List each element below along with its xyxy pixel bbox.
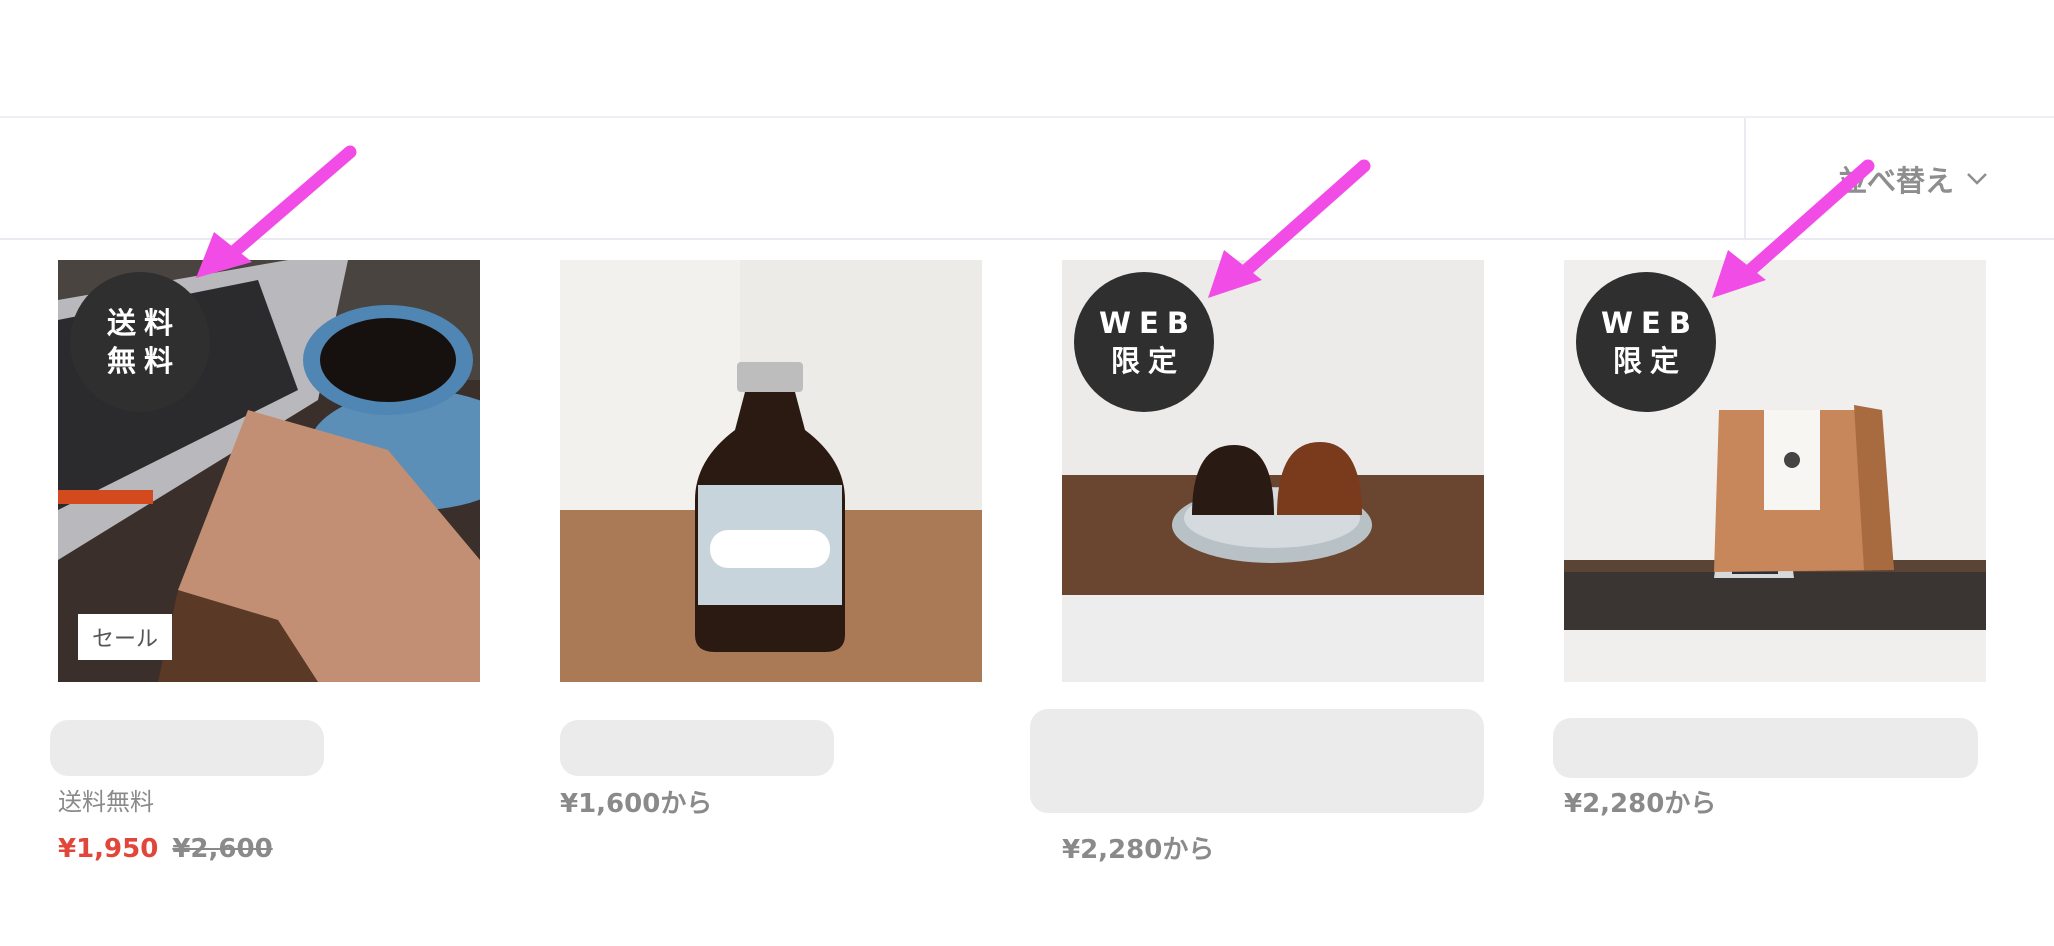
product-price: ¥2,280から [1564, 789, 1717, 819]
toolbar-divider [1744, 118, 1746, 238]
product-name-placeholder[interactable] [560, 720, 834, 776]
price-row: ¥1,950 ¥2,600 [58, 834, 273, 864]
product-name-placeholder[interactable] [1553, 718, 1978, 778]
product-image[interactable]: WEB 限定 [1564, 260, 1986, 682]
original-price: ¥2,600 [172, 834, 273, 864]
badge-line2: 限定 [1110, 344, 1185, 378]
sale-tag: セール [78, 614, 172, 660]
free-shipping-badge: 送料 無料 [70, 272, 210, 412]
product-image[interactable]: 送料 無料 セール [58, 260, 480, 682]
badge-line2: 限定 [1612, 344, 1687, 378]
shipping-label: 送料無料 [58, 788, 154, 816]
badge-line1: 送料 [106, 306, 181, 340]
web-only-badge: WEB 限定 [1576, 272, 1716, 412]
product-image[interactable]: WEB 限定 [1062, 260, 1484, 682]
web-only-badge: WEB 限定 [1074, 272, 1214, 412]
header-bar [0, 0, 2054, 118]
product-name-placeholder[interactable] [50, 720, 324, 776]
toolbar: 並べ替え [0, 118, 2054, 240]
badge-line1: WEB [1601, 306, 1699, 340]
product-photo [560, 260, 982, 682]
product-price: ¥1,600から [560, 789, 713, 819]
badge-line2: 無料 [106, 344, 181, 378]
chevron-down-icon [1967, 173, 1987, 185]
product-image[interactable] [560, 260, 982, 682]
sale-price: ¥1,950 [58, 834, 159, 864]
sort-dropdown[interactable]: 並べ替え [1838, 158, 1988, 200]
sort-label: 並べ替え [1838, 164, 1955, 198]
product-price: ¥2,280から [1062, 835, 1215, 865]
badge-line1: WEB [1099, 306, 1197, 340]
product-name-placeholder[interactable] [1030, 709, 1484, 813]
